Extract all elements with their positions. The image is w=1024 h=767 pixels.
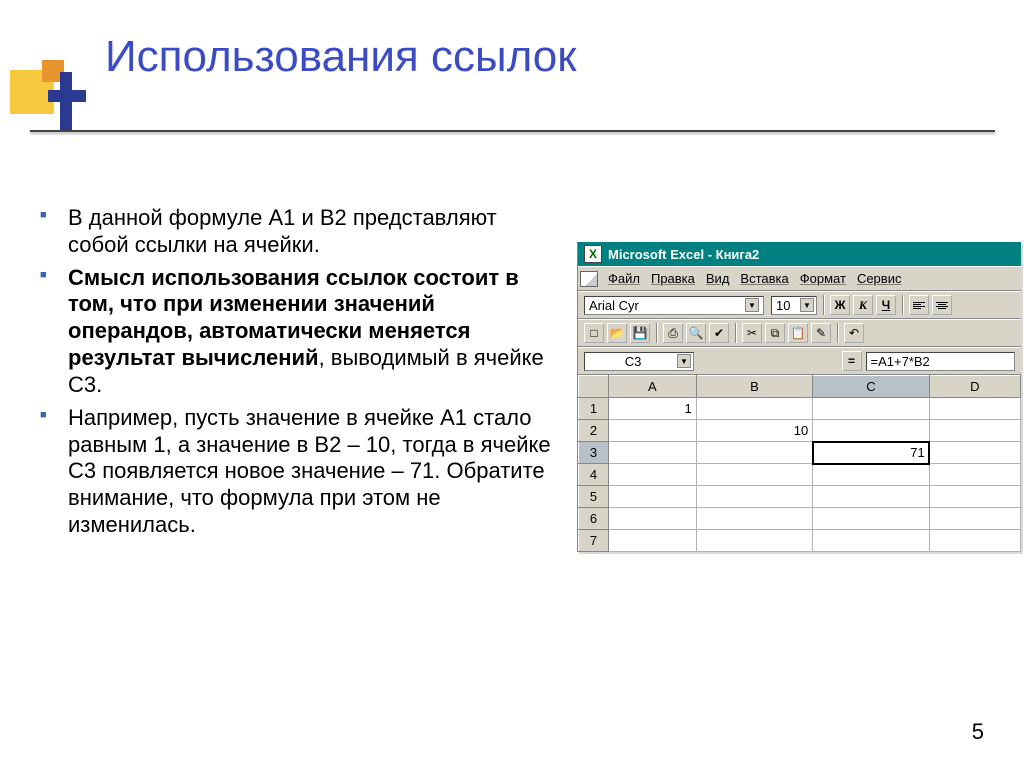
excel-font-toolbar: Arial Cyr ▼ 10 ▼ Ж К Ч	[578, 291, 1021, 319]
cell[interactable]	[813, 398, 929, 420]
row-header[interactable]: 1	[579, 398, 609, 420]
select-all-corner[interactable]	[579, 376, 609, 398]
open-file-icon[interactable]: 📂	[607, 323, 627, 343]
cell[interactable]	[696, 508, 812, 530]
save-icon[interactable]: 💾	[630, 323, 650, 343]
menu-item[interactable]: Файл	[603, 270, 645, 287]
format-painter-icon[interactable]: ✎	[811, 323, 831, 343]
name-box[interactable]: C3 ▼	[584, 352, 694, 371]
column-headers: ABCD	[579, 376, 1021, 398]
table-row: 5	[579, 486, 1021, 508]
column-header[interactable]: B	[696, 376, 812, 398]
font-name-value: Arial Cyr	[589, 298, 639, 313]
cell[interactable]	[929, 420, 1020, 442]
cell[interactable]	[813, 486, 929, 508]
undo-icon[interactable]: ↶	[844, 323, 864, 343]
cell[interactable]	[696, 530, 812, 552]
column-header[interactable]: C	[813, 376, 929, 398]
cell[interactable]	[609, 508, 697, 530]
print-icon[interactable]: ⎙	[663, 323, 683, 343]
cell[interactable]	[929, 486, 1020, 508]
excel-menubar: ФайлПравкаВидВставкаФорматСервис	[578, 266, 1021, 291]
menu-item[interactable]: Вставка	[735, 270, 793, 287]
italic-button[interactable]: К	[853, 295, 873, 315]
cell[interactable]	[813, 530, 929, 552]
cell[interactable]	[609, 486, 697, 508]
cell[interactable]	[813, 464, 929, 486]
excel-screenshot: X Microsoft Excel - Книга2 ФайлПравкаВид…	[577, 242, 1021, 552]
excel-formula-bar: C3 ▼ = =A1+7*B2	[578, 347, 1021, 375]
font-size-value: 10	[776, 298, 790, 313]
row-header[interactable]: 3	[579, 442, 609, 464]
excel-window-title: Microsoft Excel - Книга2	[608, 247, 759, 262]
table-row: 2 10	[579, 420, 1021, 442]
slide-title: Использования ссылок	[105, 32, 577, 82]
cell[interactable]	[609, 420, 697, 442]
row-header[interactable]: 6	[579, 508, 609, 530]
cell[interactable]	[813, 508, 929, 530]
bullet-list: В данной формуле A1 и B2 представляют со…	[38, 205, 558, 545]
column-header[interactable]: D	[929, 376, 1020, 398]
page-number: 5	[972, 719, 984, 745]
cell[interactable]	[929, 530, 1020, 552]
cell[interactable]	[929, 464, 1020, 486]
bold-button[interactable]: Ж	[830, 295, 850, 315]
cell[interactable]	[696, 398, 812, 420]
column-header[interactable]: A	[609, 376, 697, 398]
row-header[interactable]: 7	[579, 530, 609, 552]
chevron-down-icon: ▼	[677, 354, 691, 368]
cell[interactable]	[609, 530, 697, 552]
underline-button[interactable]: Ч	[876, 295, 896, 315]
excel-standard-toolbar: □ 📂 💾 ⎙ 🔍 ✔ ✂ ⧉ 📋 ✎ ↶	[578, 319, 1021, 347]
row-header[interactable]: 5	[579, 486, 609, 508]
bullet-item: Смысл использования ссылок состоит в том…	[38, 265, 558, 399]
name-box-value: C3	[589, 354, 677, 369]
chevron-down-icon: ▼	[800, 298, 814, 312]
cell[interactable]	[696, 464, 812, 486]
formula-input[interactable]: =A1+7*B2	[866, 352, 1016, 371]
cell[interactable]	[696, 442, 812, 464]
menu-item[interactable]: Сервис	[852, 270, 907, 287]
cut-icon[interactable]: ✂	[742, 323, 762, 343]
row-header[interactable]: 2	[579, 420, 609, 442]
excel-titlebar: X Microsoft Excel - Книга2	[578, 242, 1021, 266]
excel-app-icon: X	[584, 245, 602, 263]
font-size-dropdown[interactable]: 10 ▼	[771, 296, 817, 315]
bullet-item: В данной формуле A1 и B2 представляют со…	[38, 205, 558, 259]
table-row: 11	[579, 398, 1021, 420]
table-row: 7	[579, 530, 1021, 552]
chevron-down-icon: ▼	[745, 298, 759, 312]
cell[interactable]	[609, 464, 697, 486]
cell[interactable]: 10	[696, 420, 812, 442]
menu-item[interactable]: Вид	[701, 270, 735, 287]
cell[interactable]	[696, 486, 812, 508]
cell[interactable]	[609, 442, 697, 464]
align-center-icon[interactable]	[932, 295, 952, 315]
bullet-item: Например, пусть значение в ячейке A1 ста…	[38, 405, 558, 539]
font-name-dropdown[interactable]: Arial Cyr ▼	[584, 296, 764, 315]
cell[interactable]: 1	[609, 398, 697, 420]
spellcheck-icon[interactable]: ✔	[709, 323, 729, 343]
slide-logo	[10, 60, 95, 145]
table-row: 4	[579, 464, 1021, 486]
document-icon	[580, 271, 598, 287]
menu-item[interactable]: Правка	[646, 270, 700, 287]
row-header[interactable]: 4	[579, 464, 609, 486]
title-divider	[30, 130, 995, 132]
cell[interactable]	[929, 442, 1020, 464]
table-row: 3 71	[579, 442, 1021, 464]
menu-item[interactable]: Формат	[795, 270, 851, 287]
cell[interactable]	[929, 508, 1020, 530]
cell[interactable]: 71	[813, 442, 929, 464]
cell[interactable]	[929, 398, 1020, 420]
align-left-icon[interactable]	[909, 295, 929, 315]
paste-icon[interactable]: 📋	[788, 323, 808, 343]
table-row: 6	[579, 508, 1021, 530]
spreadsheet-grid[interactable]: ABCD 112 10 3 71 4567	[578, 375, 1021, 552]
equals-button[interactable]: =	[842, 351, 862, 371]
cell[interactable]	[813, 420, 929, 442]
new-file-icon[interactable]: □	[584, 323, 604, 343]
preview-icon[interactable]: 🔍	[686, 323, 706, 343]
copy-icon[interactable]: ⧉	[765, 323, 785, 343]
